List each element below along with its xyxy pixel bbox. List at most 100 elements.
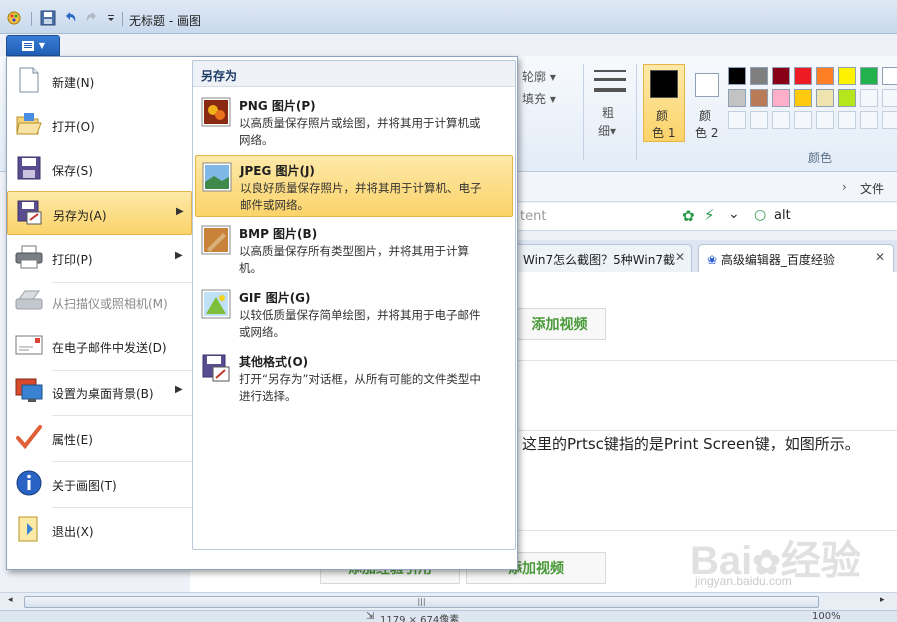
color-swatch[interactable]	[860, 67, 878, 85]
color-swatch[interactable]	[728, 89, 746, 107]
color-swatch[interactable]	[794, 111, 812, 129]
color-swatch[interactable]	[882, 89, 897, 107]
exit-icon	[15, 515, 43, 543]
undo-icon[interactable]	[60, 9, 80, 27]
lightning-icon[interactable]: ⚡	[704, 206, 715, 224]
close-icon[interactable]: ✕	[675, 250, 685, 264]
close-icon[interactable]: ✕	[875, 250, 885, 264]
status-bar: ⇲ 1179 × 674像素 100%	[0, 610, 897, 622]
color-swatch[interactable]	[816, 89, 834, 107]
png-image-icon	[201, 97, 231, 127]
menu-item-about[interactable]: 关于画图(T)	[7, 462, 192, 506]
menu-item-print[interactable]: 打印(P) ▶	[7, 236, 192, 280]
size-label-1: 粗	[602, 106, 615, 120]
menu-item-from-scanner[interactable]: 从扫描仪或照相机(M)	[7, 280, 192, 324]
scanner-icon	[15, 287, 43, 315]
scroll-right-icon[interactable]: ▸	[880, 595, 885, 605]
chevron-down-icon: ▼	[38, 41, 46, 50]
menu-item-new[interactable]: 新建(N)	[7, 59, 192, 103]
menu-icon	[21, 40, 34, 51]
menu-item-save[interactable]: 保存(S)	[7, 147, 192, 191]
color-swatch[interactable]	[860, 89, 878, 107]
color-2-label-2: 色 2	[695, 126, 719, 140]
fill-label: 填充	[522, 92, 547, 106]
color-swatch[interactable]	[816, 67, 834, 85]
add-video-button[interactable]: 添加视频	[514, 308, 606, 340]
application-menu: 新建(N) 打开(O) 保存(S) 另存为(A) ▶ 打印(P) ▶ 从扫描仪或…	[6, 56, 518, 570]
submenu-arrow-icon: ▶	[175, 384, 183, 395]
submenu-arrow-icon: ▶	[176, 206, 184, 217]
baidu-watermark-url: jingyan.baidu.com	[695, 574, 792, 588]
printer-icon	[15, 243, 43, 271]
search-engine-icon[interactable]: ○	[754, 207, 766, 223]
image-dimensions: 1179 × 674像素	[380, 615, 460, 622]
address-text: tent	[520, 209, 547, 224]
tab-advanced-editor[interactable]: ❀ 高级编辑器_百度经验 ✕	[698, 244, 894, 272]
new-file-icon	[15, 66, 43, 94]
color-swatch[interactable]	[838, 89, 856, 107]
color-2-button[interactable]: 颜 色 2	[688, 64, 724, 142]
save-as-bmp[interactable]: BMP 图片(B) 以高质量保存所有类型图片，并将其用于计算机。	[195, 219, 513, 281]
color-swatch[interactable]	[838, 67, 856, 85]
colors-group-label: 颜色	[808, 151, 833, 165]
baidu-paw-icon: ❀	[707, 253, 718, 267]
body-text: 这里的Prtsc键指的是Print Screen键，如图所示。	[522, 435, 860, 453]
quick-save-icon[interactable]	[38, 9, 58, 27]
zoom-level: 100%	[812, 611, 841, 622]
save-as-other-formats[interactable]: 其他格式(O) 打开“另存为”对话框，从所有可能的文件类型中进行选择。	[195, 347, 513, 409]
address-bar[interactable]: tent ✿ ⚡ ⌄ ○ alt	[514, 203, 897, 231]
menu-item-set-desktop-background[interactable]: 设置为桌面背景(B) ▶	[7, 370, 192, 414]
menu-commands: 新建(N) 打开(O) 保存(S) 另存为(A) ▶ 打印(P) ▶ 从扫描仪或…	[7, 57, 192, 569]
color-swatch[interactable]	[772, 67, 790, 85]
menu-item-properties[interactable]: 属性(E)	[7, 416, 192, 460]
paint-app-icon[interactable]	[5, 9, 23, 27]
save-as-jpeg[interactable]: JPEG 图片(J) 以良好质量保存照片，并将其用于计算机、电子邮件或网络。	[195, 155, 513, 217]
paint-menu-button[interactable]: ▼	[6, 35, 60, 56]
color-swatch[interactable]	[728, 67, 746, 85]
chevron-right-icon[interactable]: ›	[842, 180, 847, 194]
bmp-image-icon	[201, 225, 231, 255]
color-1-label-1: 颜	[656, 109, 669, 123]
scroll-left-icon[interactable]: ◂	[8, 595, 13, 605]
file-menu[interactable]: 文件	[860, 180, 884, 197]
save-as-png[interactable]: PNG 图片(P) 以高质量保存照片或绘图，并将其用于计算机或网络。	[195, 91, 513, 153]
color-swatch[interactable]	[750, 67, 768, 85]
fill-button[interactable]: 填充 ▾	[522, 90, 556, 107]
menu-item-save-as[interactable]: 另存为(A) ▶	[7, 191, 192, 235]
menu-item-open[interactable]: 打开(O)	[7, 103, 192, 147]
color-swatch[interactable]	[772, 111, 790, 129]
search-input[interactable]: alt	[774, 208, 791, 223]
menu-item-exit[interactable]: 退出(X)	[7, 508, 192, 552]
color-1-button[interactable]: 颜 色 1	[643, 64, 685, 142]
save-disk-icon	[15, 154, 43, 182]
scrollbar-thumb[interactable]: |||	[24, 596, 819, 608]
color-swatch[interactable]	[794, 67, 812, 85]
refresh-icon[interactable]: ✿	[682, 207, 695, 225]
tab-label: Win7怎么截图？5种Win7截	[523, 253, 675, 267]
size-button[interactable]: 粗 细▾	[592, 68, 628, 142]
color-swatch[interactable]	[750, 89, 768, 107]
color-swatch[interactable]	[816, 111, 834, 129]
save-as-icon	[16, 199, 44, 227]
color-swatch[interactable]	[882, 111, 897, 129]
dropdown-chevron-down-icon[interactable]: ⌄	[728, 206, 740, 222]
color-swatch[interactable]	[860, 111, 878, 129]
redo-icon[interactable]	[82, 9, 102, 27]
color-swatch[interactable]	[838, 111, 856, 129]
title-bar: 无标题 - 画图	[0, 0, 897, 34]
color-swatch[interactable]	[750, 111, 768, 129]
customize-toolbar-chevron-down-icon[interactable]	[104, 9, 118, 27]
color-swatch[interactable]	[794, 89, 812, 107]
tab-win7-screenshot[interactable]: Win7怎么截图？5种Win7截 ✕	[514, 244, 692, 272]
color-swatch[interactable]	[728, 111, 746, 129]
horizontal-scrollbar[interactable]: ◂ ||| ▸	[0, 592, 897, 610]
menu-item-send-email[interactable]: 在电子邮件中发送(D)	[7, 324, 192, 368]
gif-image-icon	[201, 289, 231, 319]
color-swatch[interactable]	[882, 67, 897, 85]
outline-button[interactable]: 轮廓 ▾	[522, 68, 556, 85]
color-swatch[interactable]	[772, 89, 790, 107]
tab-label: 高级编辑器_百度经验	[720, 253, 835, 267]
submenu-header: 另存为	[193, 61, 515, 87]
save-as-gif[interactable]: GIF 图片(G) 以较低质量保存简单绘图，并将其用于电子邮件或网络。	[195, 283, 513, 345]
other-format-icon	[201, 353, 231, 383]
